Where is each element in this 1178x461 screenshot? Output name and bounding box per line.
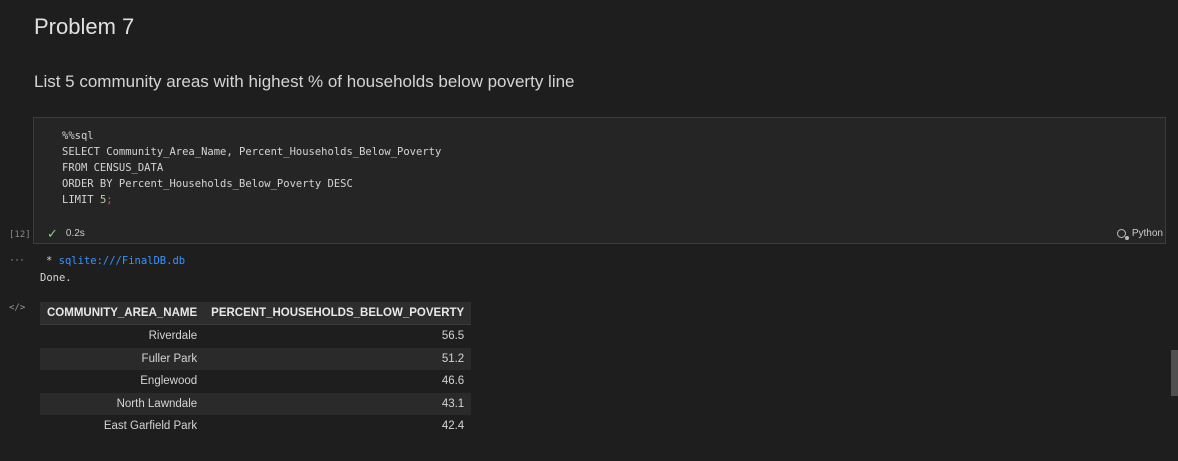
table-cell: Englewood bbox=[140, 375, 198, 388]
table-cell: 56.5 bbox=[441, 330, 465, 343]
code-line-5: LIMIT 5; bbox=[62, 194, 113, 206]
table-cell: East Garfield Park bbox=[103, 420, 198, 433]
output-done: Done. bbox=[40, 272, 72, 284]
code-line-3: FROM CENSUS_DATA bbox=[62, 162, 164, 174]
table-cell: 42.4 bbox=[441, 420, 465, 433]
table-row: Englewood 46.6 bbox=[40, 370, 471, 393]
code-line-2: SELECT Community_Area_Name, Percent_Hous… bbox=[62, 146, 442, 158]
table-cell: North Lawndale bbox=[40, 392, 205, 415]
execution-count: [12] bbox=[9, 230, 31, 240]
output-code-icon[interactable]: </> bbox=[9, 303, 25, 313]
table-row: Fuller Park 51.2 bbox=[40, 347, 472, 370]
table-row: Riverdale 56.5 bbox=[40, 325, 471, 348]
table-cell: Fuller Park bbox=[40, 347, 205, 370]
table-cell: 51.2 bbox=[204, 347, 472, 370]
table-row: North Lawndale 43.1 bbox=[40, 392, 472, 415]
code-line-1: %%sql bbox=[62, 130, 94, 142]
output-star: * bbox=[46, 255, 59, 267]
kernel-label: Python bbox=[1131, 228, 1163, 239]
table-cell: 46.6 bbox=[441, 375, 465, 388]
check-icon: ✓ bbox=[47, 226, 58, 241]
column-header: COMMUNITY_AREA_NAME bbox=[40, 302, 205, 325]
execution-status: ✓ 0.2s bbox=[47, 227, 85, 240]
table-header-row: COMMUNITY_AREA_NAME PERCENT_HOUSEHOLDS_B… bbox=[40, 302, 472, 325]
table-cell: Riverdale bbox=[148, 330, 198, 343]
code-line-4: ORDER BY Percent_Households_Below_Povert… bbox=[62, 178, 353, 190]
markdown-text: List 5 community areas with highest % of… bbox=[34, 72, 575, 91]
kernel-selector[interactable]: Python bbox=[1116, 228, 1163, 240]
markdown-title: Problem 7 bbox=[34, 14, 135, 39]
scrollbar-thumb[interactable] bbox=[1171, 350, 1178, 396]
connection-link[interactable]: sqlite:///FinalDB.db bbox=[59, 255, 185, 267]
output-more-icon[interactable]: ··· bbox=[10, 252, 25, 266]
column-header: PERCENT_HOUSEHOLDS_BELOW_POVERTY bbox=[204, 302, 472, 325]
result-table: COMMUNITY_AREA_NAME PERCENT_HOUSEHOLDS_B… bbox=[40, 302, 472, 438]
code-line-5-keyword: LIMIT bbox=[62, 194, 100, 206]
code-editor[interactable]: %%sql SELECT Community_Area_Name, Percen… bbox=[62, 128, 441, 208]
code-cell[interactable]: %%sql SELECT Community_Area_Name, Percen… bbox=[33, 117, 1166, 244]
code-line-5-semicolon: ; bbox=[106, 194, 113, 206]
execution-duration: 0.2s bbox=[65, 228, 85, 239]
output-connection-line: * sqlite:///FinalDB.db bbox=[46, 255, 185, 267]
kernel-icon bbox=[1116, 229, 1129, 240]
table-row: East Garfield Park 42.4 bbox=[40, 415, 471, 438]
table-cell: 43.1 bbox=[204, 392, 472, 415]
